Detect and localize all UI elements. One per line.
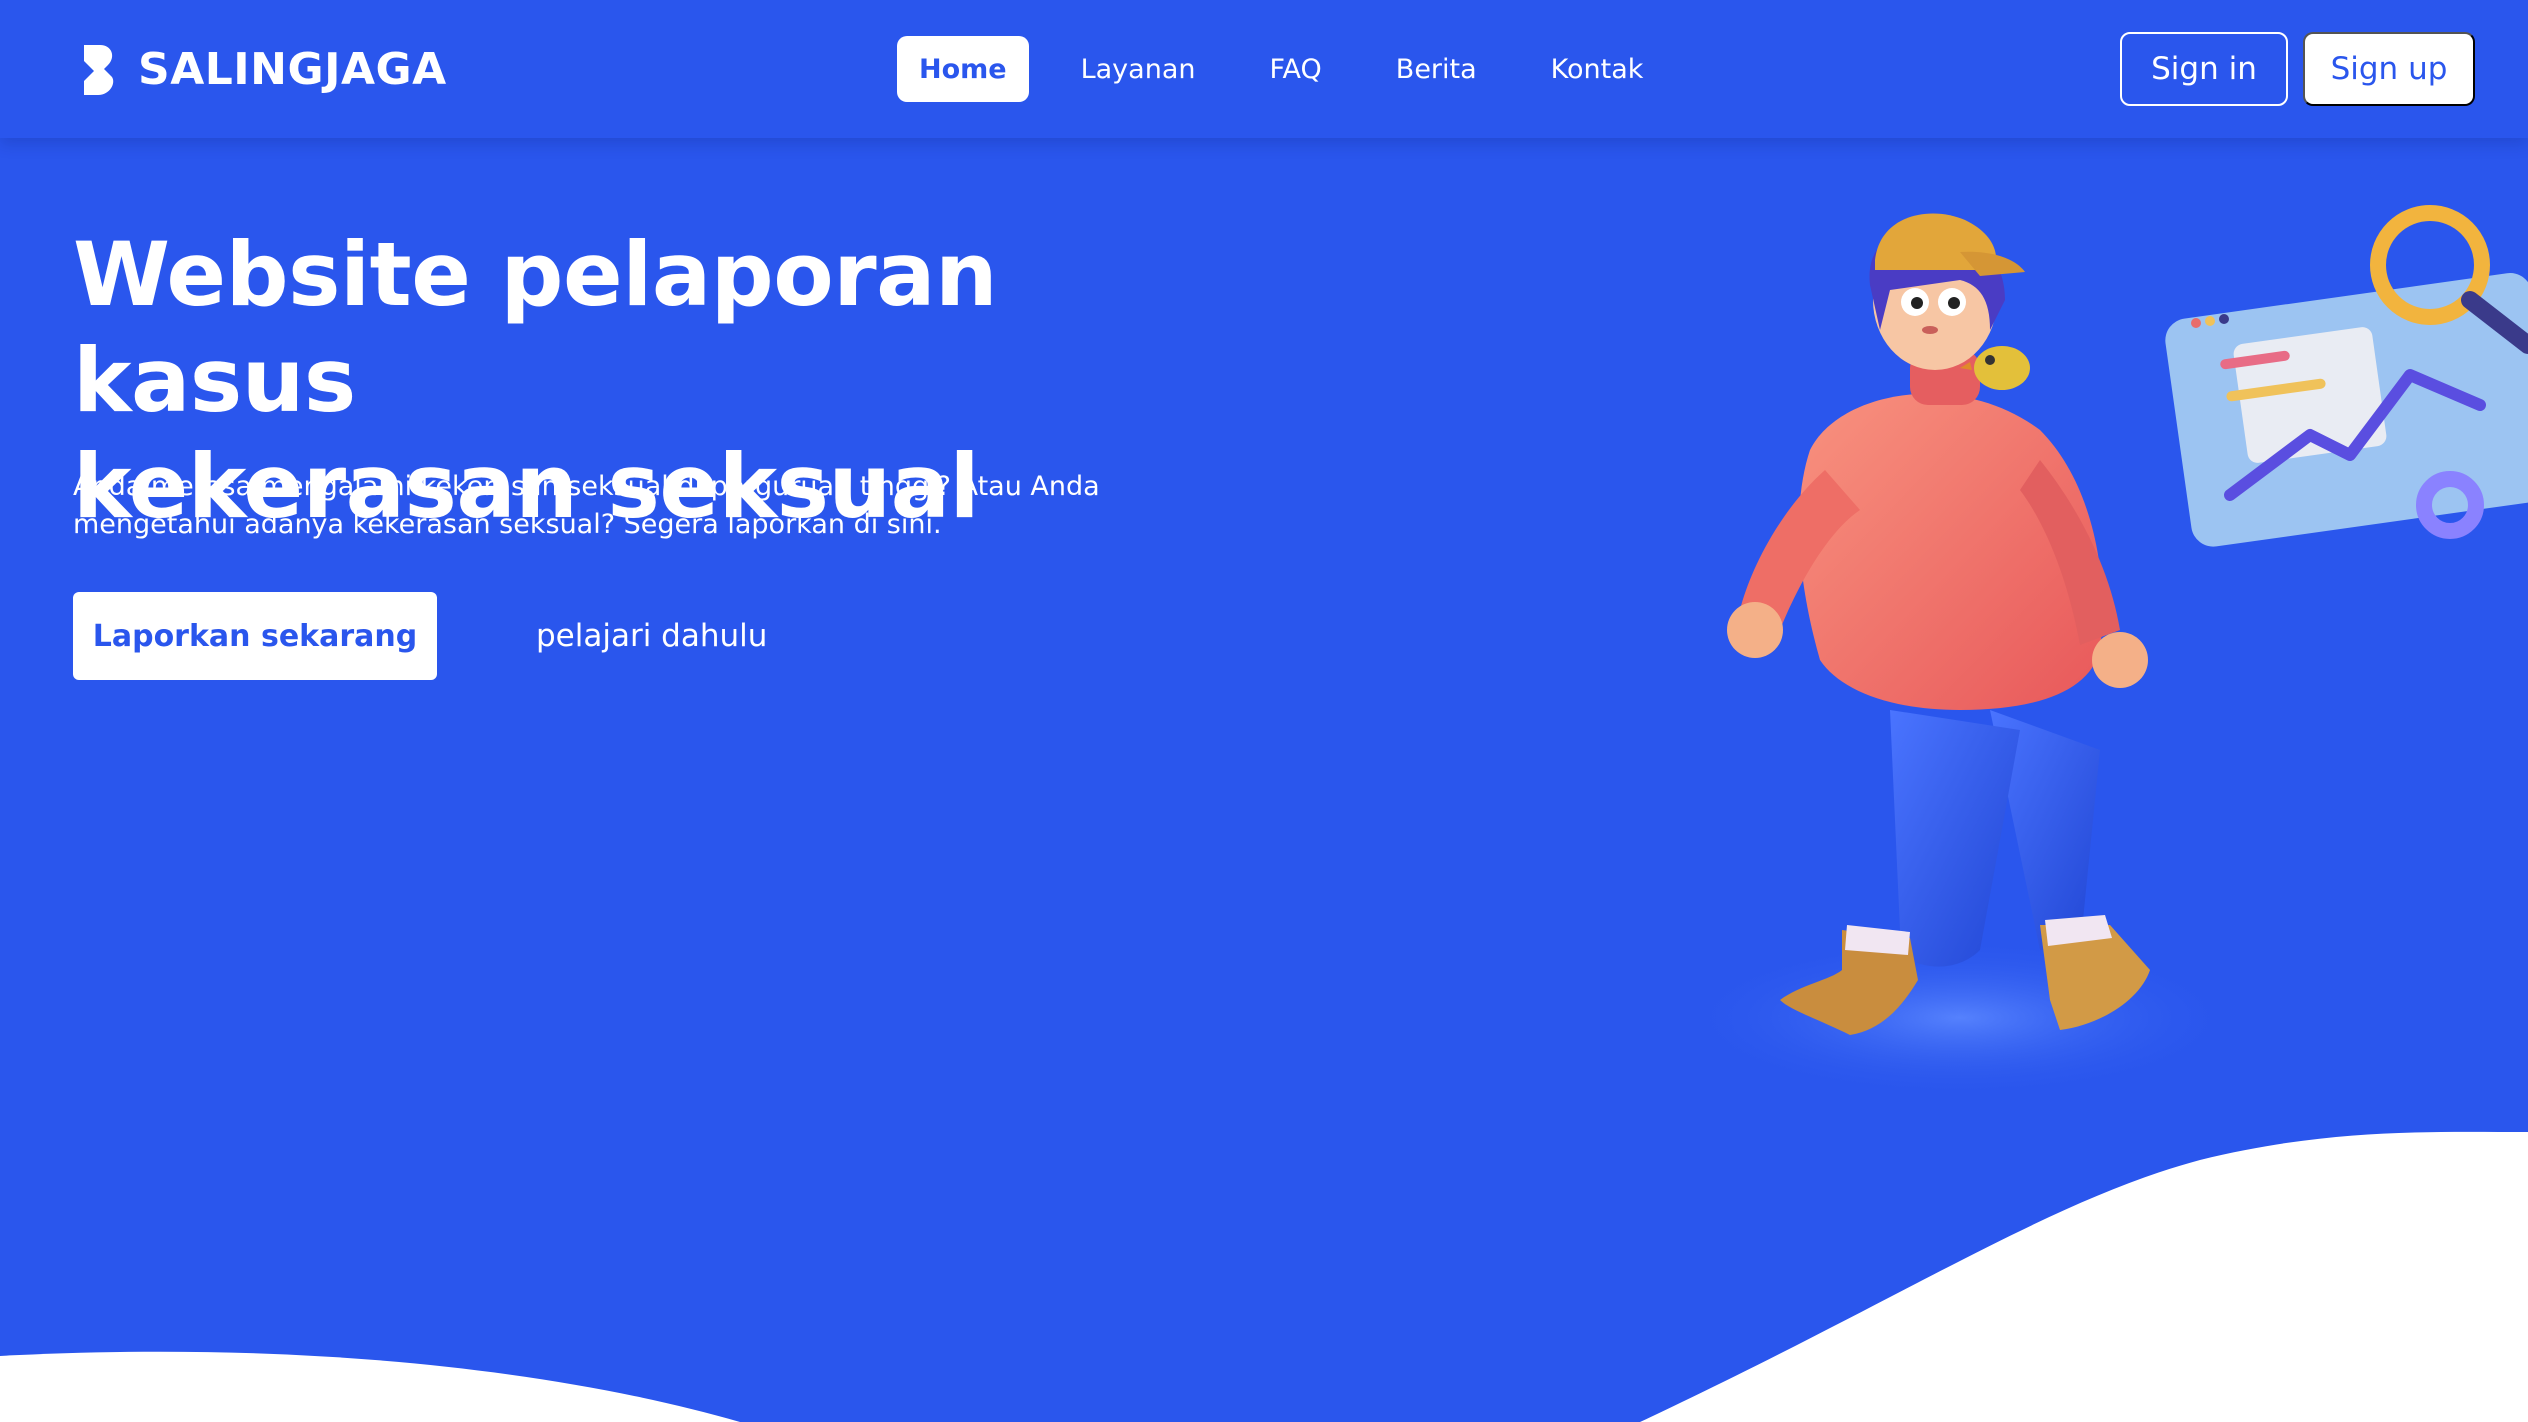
brand-logo-icon	[84, 45, 114, 95]
report-now-button[interactable]: Laporkan sekarang	[73, 592, 437, 680]
nav-item-faq[interactable]: FAQ	[1247, 36, 1343, 102]
nav-item-berita[interactable]: Berita	[1374, 36, 1499, 102]
nav-item-layanan[interactable]: Layanan	[1059, 36, 1218, 102]
nav-item-kontak[interactable]: Kontak	[1529, 36, 1666, 102]
top-navbar: SALINGJAGA Home Layanan FAQ Berita Konta…	[0, 0, 2528, 138]
hero-description: Anda merasa mengalami kekerasan seksual …	[73, 471, 1100, 540]
brand-logo[interactable]: SALINGJAGA	[78, 40, 447, 98]
learn-first-link[interactable]: pelajari dahulu	[518, 592, 785, 680]
landing-page: SALINGJAGA Home Layanan FAQ Berita Konta…	[0, 0, 2528, 1422]
analytics-card-illustration	[2165, 205, 2528, 547]
sign-in-button[interactable]: Sign in	[2120, 32, 2288, 106]
main-nav: Home Layanan FAQ Berita Kontak	[897, 36, 1665, 102]
nav-item-home[interactable]: Home	[897, 36, 1029, 102]
hero-title-line-1: Website pelaporan kasus	[73, 223, 998, 432]
sign-up-button[interactable]: Sign up	[2303, 32, 2475, 106]
brand-name: SALINGJAGA	[138, 43, 447, 95]
